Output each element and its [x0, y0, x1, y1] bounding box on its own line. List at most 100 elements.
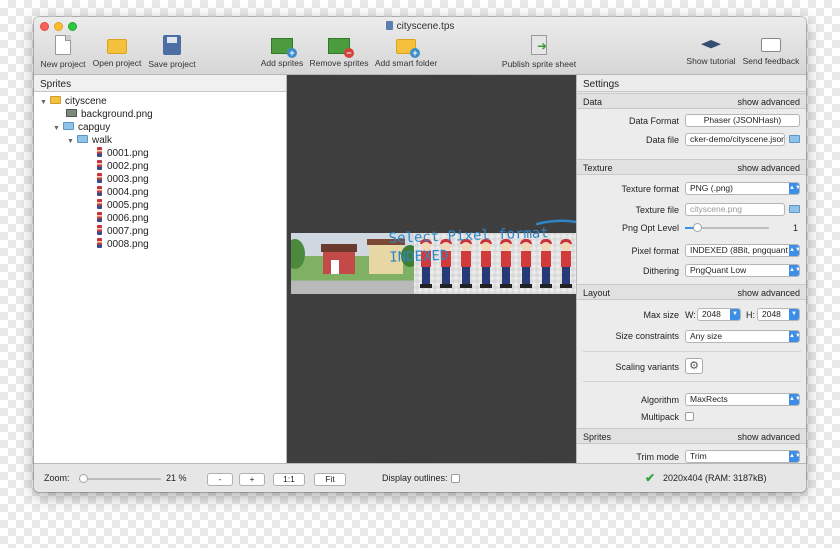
publish-icon: [531, 35, 547, 55]
algorithm-select[interactable]: MaxRects ▲▼: [685, 393, 800, 406]
disclosure-triangle-icon[interactable]: ▼: [67, 135, 77, 148]
folder-icon: [107, 39, 127, 54]
dithering-value: PngQuant Low: [690, 265, 747, 275]
tree-item-capguy[interactable]: ▼ capguy: [53, 121, 110, 134]
tree-item-label: 0004.png: [107, 187, 149, 198]
tree-item-label: 0008.png: [107, 239, 149, 250]
zoom-out-button[interactable]: -: [207, 473, 233, 486]
toolbar: cityscene.tps New project Open project S…: [34, 17, 806, 75]
zoom-label: Zoom:: [44, 473, 70, 483]
algorithm-value: MaxRects: [690, 394, 728, 404]
size-constraints-label: Size constraints: [615, 331, 679, 341]
max-width-field[interactable]: 2048 ▼: [697, 308, 741, 321]
tree-item-label: cityscene: [65, 96, 107, 107]
png-opt-level-slider[interactable]: [685, 223, 769, 232]
multipack-checkbox[interactable]: [685, 412, 694, 421]
tree-item-background[interactable]: background.png: [66, 108, 153, 121]
sprite-frame-icon: [97, 147, 102, 157]
folder-icon[interactable]: [789, 205, 800, 213]
trim-mode-value: Trim: [690, 451, 707, 461]
show-advanced-data-link[interactable]: show advanced: [737, 97, 800, 107]
data-format-button[interactable]: Phaser (JSONHash): [685, 114, 800, 127]
publish-sprite-sheet-button[interactable]: Publish sprite sheet: [501, 35, 577, 73]
algorithm-label: Algorithm: [640, 395, 679, 405]
document-icon: [385, 21, 393, 30]
image-icon: [66, 109, 77, 117]
tree-item-walk[interactable]: ▼ walk: [67, 134, 112, 147]
checkmark-icon: ✔: [645, 471, 656, 485]
tree-item-cityscene[interactable]: ▼ cityscene: [40, 95, 107, 108]
tree-item-frame[interactable]: 0005.png: [97, 199, 149, 212]
tree-item-frame[interactable]: 0004.png: [97, 186, 149, 199]
png-opt-level-label: Png Opt Level: [621, 223, 679, 233]
folder-icon[interactable]: [789, 135, 800, 143]
size-constraints-select[interactable]: Any size ▲▼: [685, 330, 800, 343]
sprite-frame-icon: [97, 173, 102, 183]
slider-knob[interactable]: [692, 223, 702, 232]
texture-format-select[interactable]: PNG (.png) ▲▼: [685, 182, 800, 195]
zoom-1to1-button[interactable]: 1:1: [273, 473, 305, 486]
show-advanced-sprites-link[interactable]: show advanced: [737, 432, 800, 442]
sprite-frame-icon: [97, 199, 102, 209]
dithering-select[interactable]: PngQuant Low ▲▼: [685, 264, 800, 277]
display-outlines-checkbox[interactable]: [451, 474, 460, 483]
add-sprites-button[interactable]: + Add sprites: [259, 35, 305, 73]
show-advanced-layout-link[interactable]: show advanced: [737, 288, 800, 298]
show-tutorial-button[interactable]: Show tutorial: [685, 35, 737, 73]
sprites-panel: Sprites ▼ cityscene background.png ▼ capgu…: [34, 75, 287, 463]
scaling-variants-button[interactable]: ⚙: [685, 358, 703, 374]
smart-folder-icon: +: [396, 39, 420, 58]
new-project-button[interactable]: New project: [40, 35, 86, 73]
tree-item-frame[interactable]: 0002.png: [97, 160, 149, 173]
pixel-format-value: INDEXED (8Bit, pngquant: [690, 245, 788, 255]
new-document-icon: [55, 35, 71, 55]
add-smart-folder-button[interactable]: + Add smart folder: [374, 35, 438, 73]
tree-item-label: 0001.png: [107, 148, 149, 159]
zoom-slider[interactable]: [79, 474, 161, 483]
data-file-label: Data file: [645, 135, 679, 145]
slider-knob[interactable]: [79, 474, 89, 483]
dithering-label: Dithering: [642, 266, 679, 276]
section-title-data: Data: [583, 97, 603, 107]
new-project-label: New project: [40, 59, 86, 69]
tree-item-frame[interactable]: 0001.png: [97, 147, 149, 160]
sprite-sheet-canvas[interactable]: [287, 75, 577, 463]
tree-item-frame[interactable]: 0008.png: [97, 238, 149, 251]
zoom-fit-button[interactable]: Fit: [314, 473, 346, 486]
data-file-field[interactable]: cker-demo/cityscene.json: [685, 133, 785, 146]
texture-format-value: PNG (.png): [690, 183, 733, 193]
main-area: Sprites ▼ cityscene background.png ▼ capgu…: [34, 75, 806, 463]
data-format-label: Data Format: [628, 116, 679, 126]
tree-item-frame[interactable]: 0006.png: [97, 212, 149, 225]
tree-item-label: walk: [92, 135, 113, 146]
section-title-sprites: Sprites: [583, 432, 612, 442]
chevron-down-icon: ▼: [789, 309, 799, 320]
feedback-icon: [761, 38, 781, 52]
zoom-value: 21 %: [166, 473, 187, 483]
send-feedback-button[interactable]: Send feedback: [741, 35, 801, 73]
disclosure-triangle-icon[interactable]: ▼: [53, 122, 63, 135]
remove-sprites-button[interactable]: − Remove sprites: [309, 35, 369, 73]
tree-item-frame[interactable]: 0007.png: [97, 225, 149, 238]
zoom-in-button[interactable]: +: [239, 473, 265, 486]
divider: [583, 381, 801, 382]
window-title: cityscene.tps: [34, 21, 806, 32]
display-outlines-label: Display outlines:: [382, 473, 448, 483]
tree-item-frame[interactable]: 0003.png: [97, 173, 149, 186]
section-title-texture: Texture: [583, 163, 613, 173]
disclosure-triangle-icon[interactable]: ▼: [40, 96, 50, 109]
save-project-button[interactable]: Save project: [147, 35, 197, 73]
texture-file-field[interactable]: cityscene.png: [685, 203, 785, 216]
open-project-button[interactable]: Open project: [91, 35, 143, 73]
pixel-format-label: Pixel format: [631, 246, 679, 256]
scaling-variants-label: Scaling variants: [615, 362, 679, 372]
add-image-icon: +: [271, 38, 297, 58]
pixel-format-select[interactable]: INDEXED (8Bit, pngquant ▲▼: [685, 244, 800, 257]
tree-item-label: 0005.png: [107, 200, 149, 211]
max-height-field[interactable]: 2048 ▼: [757, 308, 800, 321]
settings-panel: Settings Data show advanced Data Format …: [576, 75, 806, 463]
max-size-label: Max size: [643, 310, 679, 320]
trim-mode-label: Trim mode: [636, 452, 679, 462]
show-advanced-texture-link[interactable]: show advanced: [737, 163, 800, 173]
trim-mode-select[interactable]: Trim ▲▼: [685, 450, 800, 463]
